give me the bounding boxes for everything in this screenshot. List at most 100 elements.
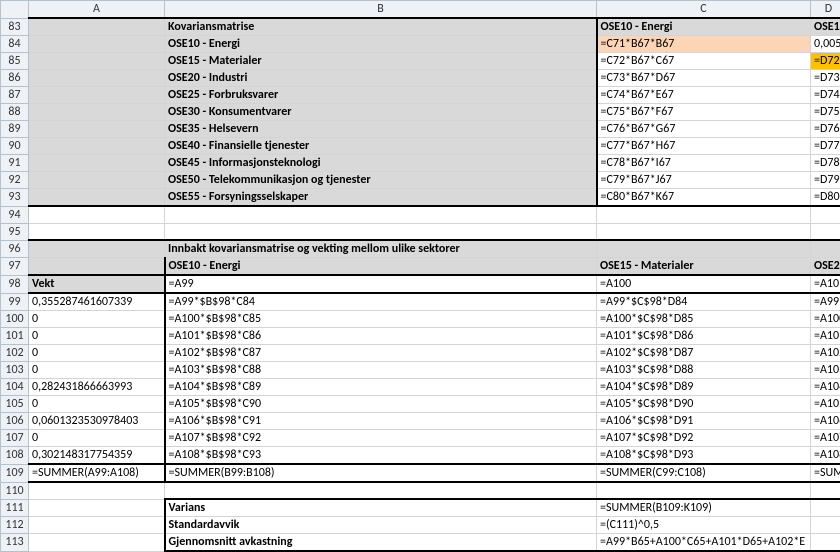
cell-B109[interactable]: =SUMMER(B99:B108) <box>165 464 597 482</box>
cell-B112[interactable]: Standardavvik <box>165 517 597 534</box>
cell-D109[interactable]: =SUM <box>811 464 840 482</box>
cell-B111[interactable]: Varians <box>165 499 597 517</box>
cell-D95[interactable] <box>811 223 840 240</box>
row-header[interactable]: 112 <box>1 517 29 534</box>
cell-D85[interactable]: =D72 <box>811 53 840 70</box>
cell-B89[interactable]: OSE35 - Helsevern <box>165 121 597 138</box>
cell-A92[interactable] <box>29 172 165 189</box>
cell-D100[interactable]: =A100 <box>811 311 840 328</box>
row-header[interactable]: 103 <box>1 362 29 379</box>
cell-C86[interactable]: =C73*B67*D67 <box>597 70 811 87</box>
cell-A87[interactable] <box>29 87 165 104</box>
cell-D94[interactable] <box>811 206 840 223</box>
row-header[interactable]: 96 <box>1 240 29 258</box>
col-header-D[interactable]: D <box>811 1 840 19</box>
cell-D113[interactable] <box>811 534 840 552</box>
cell-A106[interactable]: 0,0601323530978403 <box>29 413 165 430</box>
cell-A88[interactable] <box>29 104 165 121</box>
row-header[interactable]: 100 <box>1 311 29 328</box>
cell-B106[interactable]: =A106*$B$98*C91 <box>165 413 597 430</box>
cell-A112[interactable] <box>29 517 165 534</box>
cell-D88[interactable]: =D75 <box>811 104 840 121</box>
cell-B88[interactable]: OSE30 - Konsumentvarer <box>165 104 597 121</box>
row-header[interactable]: 83 <box>1 18 29 36</box>
row-header[interactable]: 93 <box>1 189 29 207</box>
cell-A85[interactable] <box>29 53 165 70</box>
cell-D105[interactable]: =A105 <box>811 396 840 413</box>
cell-C103[interactable]: =A103*$C$98*D88 <box>597 362 811 379</box>
row-header[interactable]: 99 <box>1 293 29 311</box>
cell-D84[interactable]: 0,005 <box>811 36 840 53</box>
cell-B83[interactable]: Kovariansmatrise <box>165 18 597 36</box>
cell-C88[interactable]: =C75*B67*F67 <box>597 104 811 121</box>
cell-C108[interactable]: =A108*$C$98*D93 <box>597 447 811 465</box>
cell-B104[interactable]: =A104*$B$98*C89 <box>165 379 597 396</box>
cell-A107[interactable]: 0 <box>29 430 165 447</box>
row-header[interactable]: 85 <box>1 53 29 70</box>
row-header[interactable]: 111 <box>1 499 29 517</box>
cell-B113[interactable]: Gjennomsnitt avkastning <box>165 534 597 552</box>
cell-D111[interactable] <box>811 499 840 517</box>
cell-B90[interactable]: OSE40 - Finansielle tjenester <box>165 138 597 155</box>
row-header[interactable]: 101 <box>1 328 29 345</box>
cell-D106[interactable]: =A106 <box>811 413 840 430</box>
cell-D92[interactable]: =D79 <box>811 172 840 189</box>
cell-C100[interactable]: =A100*$C$98*D85 <box>597 311 811 328</box>
row-header[interactable]: 95 <box>1 223 29 240</box>
cell-B101[interactable]: =A101*$B$98*C86 <box>165 328 597 345</box>
cell-B95[interactable] <box>165 223 597 240</box>
cell-B86[interactable]: OSE20 - Industri <box>165 70 597 87</box>
cell-A103[interactable]: 0 <box>29 362 165 379</box>
cell-C93[interactable]: =C80*B67*K67 <box>597 189 811 207</box>
cell-A84[interactable] <box>29 36 165 53</box>
cell-B100[interactable]: =A100*$B$98*C85 <box>165 311 597 328</box>
cell-A96[interactable] <box>29 240 165 258</box>
cell-A93[interactable] <box>29 189 165 207</box>
cell-B87[interactable]: OSE25 - Forbruksvarer <box>165 87 597 104</box>
cell-C98[interactable]: =A100 <box>597 275 811 293</box>
row-header[interactable]: 91 <box>1 155 29 172</box>
cell-B92[interactable]: OSE50 - Telekommunikasjon og tjenester <box>165 172 597 189</box>
cell-C106[interactable]: =A106*$C$98*D91 <box>597 413 811 430</box>
cell-A97[interactable] <box>29 258 165 276</box>
cell-C83[interactable]: OSE10 - Energi <box>597 18 811 36</box>
spreadsheet-grid[interactable]: A B C D 83 Kovariansmatrise OSE10 - Ener… <box>0 0 840 552</box>
cell-D102[interactable]: =A102 <box>811 345 840 362</box>
cell-A105[interactable]: 0 <box>29 396 165 413</box>
cell-D99[interactable]: =A99 <box>811 293 840 311</box>
row-header[interactable]: 84 <box>1 36 29 53</box>
cell-B84[interactable]: OSE10 - Energi <box>165 36 597 53</box>
cell-D107[interactable]: =A107 <box>811 430 840 447</box>
cell-B102[interactable]: =A102*$B$98*C87 <box>165 345 597 362</box>
cell-B105[interactable]: =A105*$B$98*C90 <box>165 396 597 413</box>
row-header[interactable]: 105 <box>1 396 29 413</box>
cell-B103[interactable]: =A103*$B$98*C88 <box>165 362 597 379</box>
row-header[interactable]: 107 <box>1 430 29 447</box>
cell-D97[interactable]: OSE20 <box>811 258 840 276</box>
cell-C109[interactable]: =SUMMER(C99:C108) <box>597 464 811 482</box>
row-header[interactable]: 88 <box>1 104 29 121</box>
cell-C92[interactable]: =C79*B67*J67 <box>597 172 811 189</box>
row-header[interactable]: 90 <box>1 138 29 155</box>
cell-C101[interactable]: =A101*$C$98*D86 <box>597 328 811 345</box>
cell-B110[interactable] <box>165 482 597 499</box>
row-header[interactable]: 104 <box>1 379 29 396</box>
col-header-C[interactable]: C <box>597 1 811 19</box>
cell-D108[interactable]: =A108 <box>811 447 840 465</box>
cell-A113[interactable] <box>29 534 165 552</box>
col-header-A[interactable]: A <box>29 1 165 19</box>
cell-B108[interactable]: =A108*$B$98*C93 <box>165 447 597 465</box>
cell-D104[interactable]: =A104 <box>811 379 840 396</box>
cell-D112[interactable] <box>811 517 840 534</box>
cell-A94[interactable] <box>29 206 165 223</box>
cell-C99[interactable]: =A99*$C$98*D84 <box>597 293 811 311</box>
cell-D83[interactable]: OSE15 <box>811 18 840 36</box>
cell-D87[interactable]: =D74 <box>811 87 840 104</box>
cell-B99[interactable]: =A99*$B$98*C84 <box>165 293 597 311</box>
cell-A102[interactable]: 0 <box>29 345 165 362</box>
cell-C112[interactable]: =(C111)^0,5 <box>597 517 811 534</box>
row-header[interactable]: 109 <box>1 464 29 482</box>
row-header[interactable]: 92 <box>1 172 29 189</box>
cell-A83[interactable] <box>29 18 165 36</box>
cell-A89[interactable] <box>29 121 165 138</box>
